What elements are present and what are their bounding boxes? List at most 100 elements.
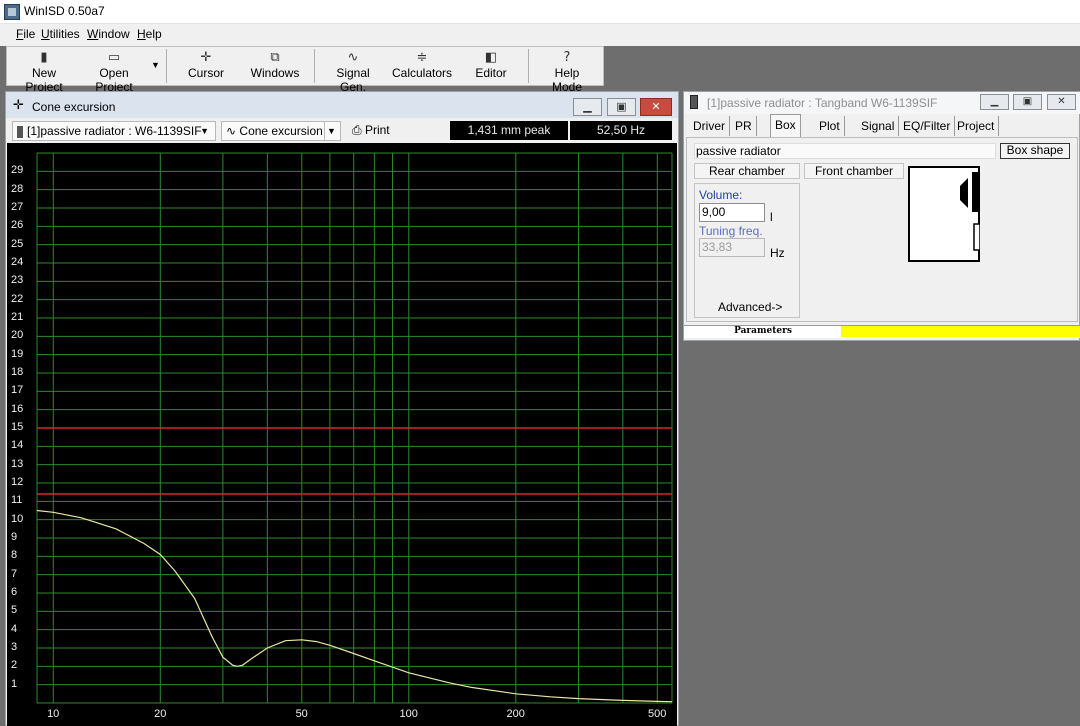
- y-tick-label: 16: [11, 402, 24, 415]
- editor-button[interactable]: ◧ Editor: [472, 50, 510, 84]
- y-tick-label: 14: [11, 439, 24, 452]
- calculators-label: Calculators: [392, 66, 453, 80]
- x-tick-label: 10: [47, 708, 60, 720]
- y-tick-label: 19: [11, 347, 24, 360]
- crosshair-icon: ✛: [13, 97, 24, 112]
- box-type-field[interactable]: passive radiator: [694, 143, 996, 159]
- app-icon: [4, 4, 20, 20]
- minimize-icon: ▁: [583, 100, 592, 113]
- y-tick-label: 15: [11, 421, 24, 433]
- signal-gen-button[interactable]: ∿ Signal Gen.: [322, 50, 384, 94]
- editor-icon: ◧: [484, 50, 498, 65]
- box-shape-diagram-icon: [908, 166, 980, 262]
- tab-signal[interactable]: Signal: [857, 116, 900, 136]
- minimize-button[interactable]: ▁: [573, 98, 602, 116]
- editor-label: Editor: [475, 66, 507, 80]
- menu-window[interactable]: Window: [87, 27, 130, 41]
- help-mode-label: Help Mode: [551, 66, 583, 94]
- toolbar-separator: [314, 49, 315, 83]
- close-button[interactable]: ✕: [640, 98, 672, 116]
- graph-type-value: Cone excursion: [239, 124, 323, 138]
- y-tick-label: 8: [11, 549, 18, 562]
- y-tick-label: 24: [11, 256, 24, 268]
- project-select[interactable]: [1]passive radiator : W6-1139SIF ▼: [12, 121, 216, 141]
- toolbar-separator: [166, 49, 167, 83]
- y-tick-label: 25: [11, 237, 24, 250]
- y-tick-label: 6: [11, 586, 18, 598]
- open-project-label: Open Project: [95, 66, 133, 94]
- tab-pr[interactable]: PR: [731, 116, 757, 136]
- y-tick-label: 22: [11, 292, 24, 305]
- box-restore-button[interactable]: ▣: [1013, 94, 1042, 110]
- menu-file[interactable]: File: [16, 27, 35, 41]
- menu-utilities[interactable]: Utilities: [41, 27, 80, 41]
- project-select-value: [1]passive radiator : W6-1139SIF: [27, 124, 202, 138]
- y-tick-label: 13: [11, 457, 24, 470]
- restore-icon: ▣: [616, 100, 627, 113]
- tuning-freq-label: Tuning freq.: [699, 224, 763, 238]
- y-tick-label: 2: [11, 659, 18, 672]
- toolbar-separator: [528, 49, 529, 83]
- print-button[interactable]: ⎙ Print: [352, 123, 390, 138]
- calculators-button[interactable]: ≑ Calculators: [392, 50, 452, 84]
- help-question-icon: ?: [563, 50, 571, 65]
- y-tick-label: 29: [11, 164, 24, 177]
- new-project-button[interactable]: ▮ New Project: [12, 50, 76, 94]
- y-tick-label: 21: [11, 311, 24, 323]
- tuning-freq-input: 33,83: [699, 238, 765, 257]
- volume-input[interactable]: 9,00: [699, 203, 765, 222]
- calculators-icon: ≑: [416, 50, 428, 65]
- y-tick-label: 4: [11, 622, 18, 635]
- help-mode-button[interactable]: ? Help Mode: [538, 50, 596, 94]
- chevron-down-icon: ▼: [324, 122, 338, 140]
- x-tick-label: 100: [399, 708, 418, 720]
- restore-button[interactable]: ▣: [607, 98, 636, 116]
- x-tick-label: 20: [154, 708, 167, 720]
- y-tick-label: 3: [11, 641, 18, 653]
- app-title: WinISD 0.50a7: [24, 4, 105, 18]
- project-icon: [690, 95, 698, 109]
- cone-window-title: Cone excursion: [32, 100, 116, 114]
- project-icon: [17, 125, 23, 138]
- cone-excursion-plot[interactable]: 1 2 3 4 5 6 7 8 9 10 11 12 13 14 15 16 17 18 19 20 21 22 23 24 2…: [7, 143, 677, 726]
- y-tick-label: 12: [11, 476, 24, 488]
- print-label: Print: [364, 123, 390, 137]
- restore-icon: ▣: [1022, 96, 1033, 107]
- y-tick-label: 9: [11, 531, 18, 543]
- new-project-icon: ▮: [40, 50, 48, 65]
- y-tick-label: 18: [11, 366, 24, 378]
- tab-project[interactable]: Project: [953, 116, 1000, 136]
- open-folder-icon: ▭: [107, 50, 121, 65]
- cursor-button[interactable]: ✛ Cursor: [182, 50, 230, 84]
- plot-svg: [36, 152, 673, 704]
- box-minimize-button[interactable]: ▁: [980, 94, 1009, 110]
- printer-icon: ⎙: [352, 123, 362, 137]
- tab-eq-filter[interactable]: EQ/Filter: [899, 116, 956, 136]
- front-chamber-button[interactable]: Front chamber: [804, 163, 904, 179]
- y-tick-label: 7: [11, 567, 18, 580]
- peak-readout: 1,431 mm peak: [450, 121, 568, 140]
- open-project-dropdown-icon[interactable]: ▼: [151, 60, 160, 70]
- cursor-crosshair-icon: ✛: [200, 50, 212, 65]
- open-project-button[interactable]: ▭ Open Project: [80, 50, 148, 94]
- rear-chamber-button[interactable]: Rear chamber: [694, 163, 800, 179]
- signal-wave-icon: ∿: [347, 50, 359, 65]
- volume-label: Volume:: [699, 188, 743, 202]
- menu-help[interactable]: Help: [137, 27, 162, 41]
- box-close-button[interactable]: ✕: [1047, 94, 1076, 110]
- advanced-button[interactable]: Advanced->: [718, 300, 782, 314]
- y-tick-label: 26: [11, 219, 24, 232]
- graph-type-select[interactable]: ∿ Cone excursion ▼: [221, 121, 341, 141]
- tab-plot[interactable]: Plot: [815, 116, 845, 136]
- chevron-down-icon: ▼: [200, 126, 209, 136]
- y-tick-label: 10: [11, 512, 24, 525]
- windows-button[interactable]: ⧉ Windows: [248, 50, 302, 84]
- tab-driver[interactable]: Driver: [689, 116, 730, 136]
- y-tick-label: 11: [11, 494, 23, 507]
- volume-unit: l: [770, 210, 773, 224]
- signal-gen-label: Signal Gen.: [336, 66, 370, 94]
- app-titlebar: [0, 0, 1080, 24]
- y-tick-label: 5: [11, 604, 18, 617]
- tab-box[interactable]: Box: [770, 114, 801, 138]
- box-shape-button[interactable]: Box shape: [1000, 143, 1070, 159]
